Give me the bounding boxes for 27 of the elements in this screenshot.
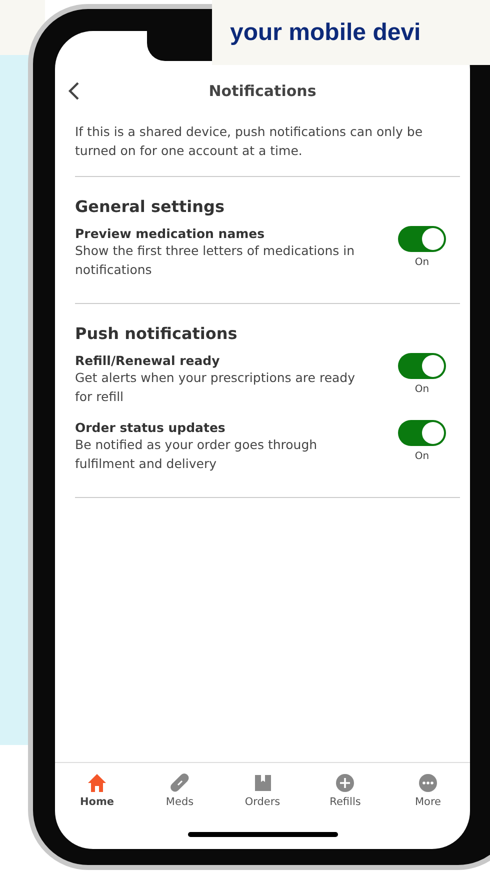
box-icon — [252, 773, 272, 793]
house-icon — [87, 773, 107, 793]
setting-name: Refill/Renewal ready — [75, 353, 221, 368]
setting-name: Preview medication names — [75, 226, 266, 241]
banner-text: your mobile devi — [229, 18, 421, 46]
back-icon[interactable] — [68, 81, 80, 101]
toggle-state-label: On — [414, 257, 430, 268]
more-icon — [418, 773, 438, 793]
toggle-switch[interactable] — [398, 420, 446, 446]
plus-circle-icon — [335, 773, 356, 793]
toggle-switch[interactable] — [398, 226, 446, 252]
section-title: Push notifications — [75, 324, 238, 343]
section-title: General settings — [75, 197, 226, 216]
toggle-state-label: On — [414, 451, 430, 462]
tab-bar-item[interactable]: Home — [67, 773, 127, 808]
intro-text: If this is a shared device, push notifications can only be turned on for one account at a time. — [75, 122, 460, 177]
toggle-switch[interactable] — [398, 353, 446, 379]
setting-name: Order status updates — [75, 420, 226, 435]
setting-description: Get alerts when your prescriptions are ready for refill — [75, 369, 356, 406]
tab-bar-item[interactable]: Orders — [232, 773, 292, 808]
tab-bar-item[interactable]: More — [398, 773, 458, 808]
tab-bar-item[interactable]: Meds — [150, 773, 210, 808]
tab-bar-item[interactable]: Refills — [315, 773, 376, 808]
screen-title: Notifications — [208, 82, 316, 100]
toggle-state-label: On — [414, 384, 430, 395]
setting-description: Be notified as your order goes through fulfilment and delivery — [75, 436, 318, 473]
setting-description: Show the first three letters of medications in notifications — [75, 242, 356, 279]
